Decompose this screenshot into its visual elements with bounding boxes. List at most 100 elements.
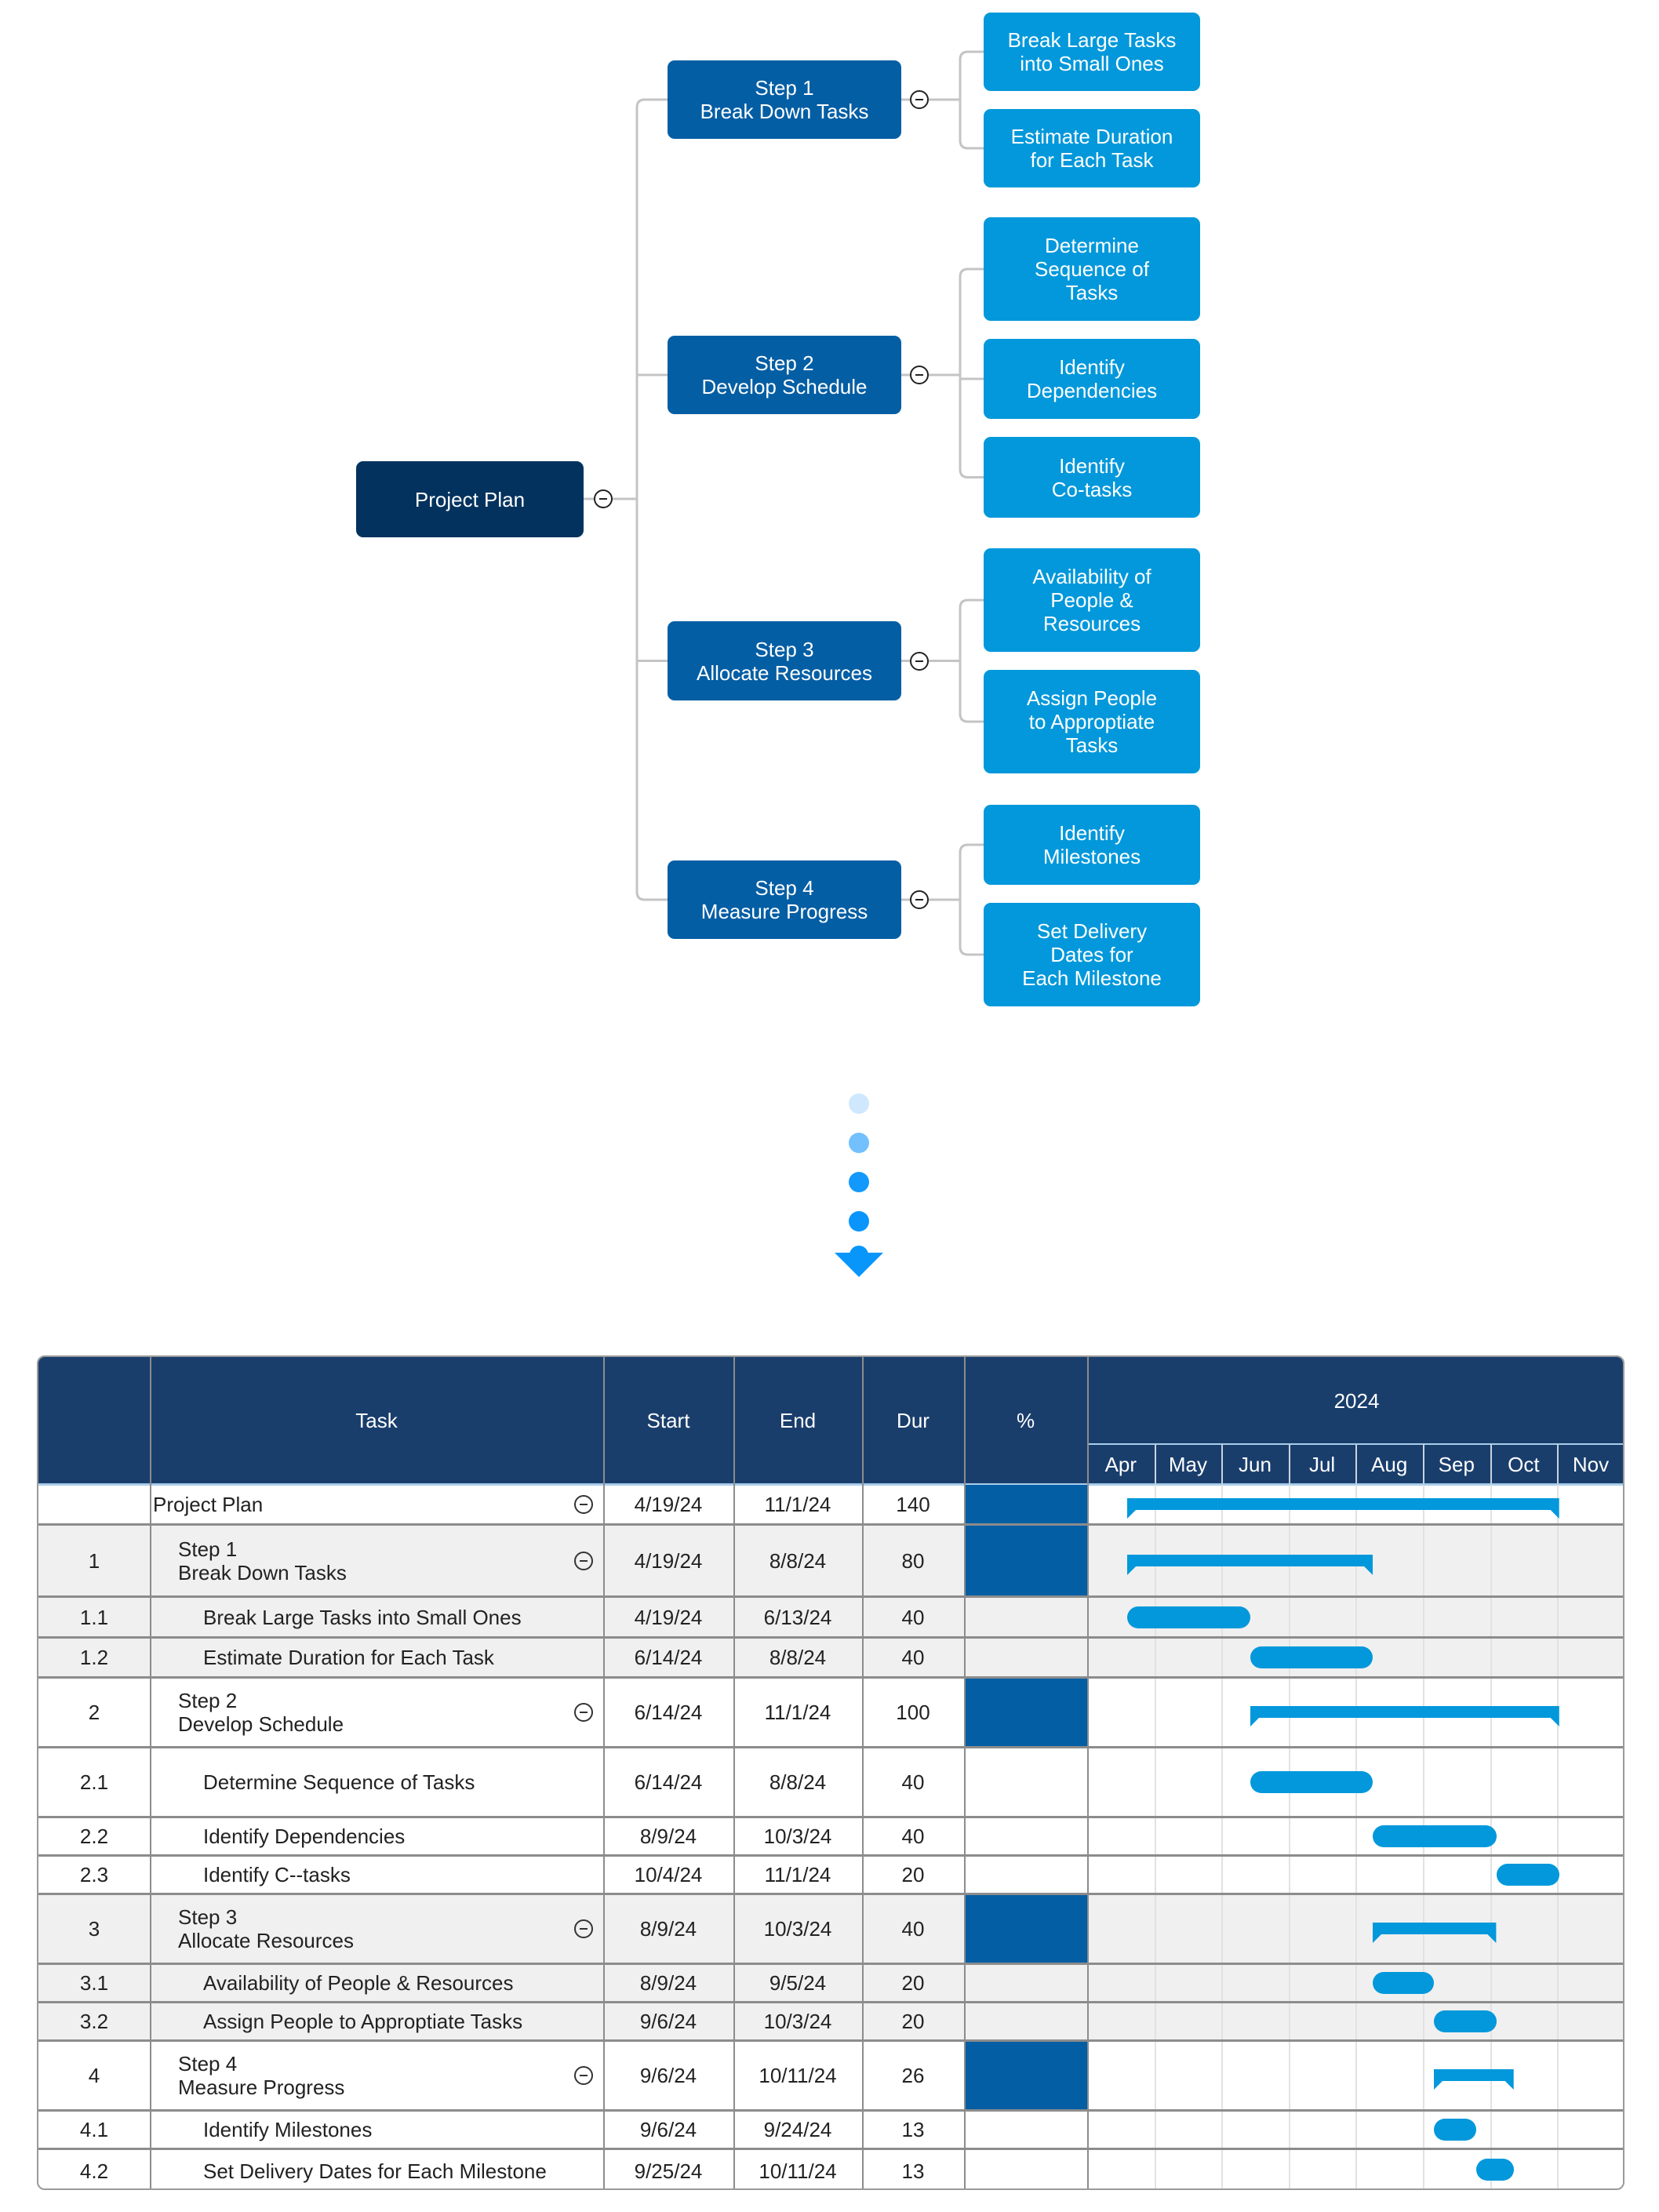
child-bracket-connector [959, 843, 984, 956]
mindmap-step-node-4[interactable]: Step 4 Measure Progress [668, 860, 901, 939]
month-gridline [1221, 1895, 1224, 1963]
task-bar[interactable] [1373, 1825, 1497, 1847]
header-end[interactable]: End [733, 1357, 862, 1485]
month-gridline [1423, 2042, 1424, 2109]
month-gridline [1355, 1818, 1358, 1854]
task-bar[interactable] [1434, 2119, 1477, 2141]
subtask-node-label: Availability of People & Resources [1032, 565, 1151, 635]
column-divider [603, 1598, 605, 1636]
mindmap-subtask-node-1-2[interactable]: Estimate Duration for Each Task [984, 109, 1200, 187]
cell-id-text: 2.2 [79, 1825, 109, 1848]
month-gridline [1423, 1748, 1424, 1816]
month-gridline [1154, 2042, 1156, 2109]
child-bracket-connector [959, 598, 984, 723]
gantt-row[interactable]: 4 Step 4 Measure Progress 9/6/24 10/11/24 26 [38, 2042, 1623, 2112]
header-start[interactable]: Start [603, 1357, 733, 1485]
task-bar[interactable] [1127, 1606, 1251, 1628]
gantt-row[interactable]: 2.2 Identify Dependencies 8/9/24 10/3/24 40 [38, 1818, 1623, 1857]
cell-id: 2 [38, 1679, 150, 1746]
gantt-row[interactable]: 3.1 Availability of People & Resources 8/9… [38, 1965, 1623, 2003]
month-gridline [1288, 2150, 1290, 2188]
cell-dur: 80 [862, 1526, 964, 1595]
cell-task-text: Estimate Duration for Each Task [203, 1646, 494, 1669]
summary-bar[interactable] [1373, 1923, 1497, 1943]
mindmap-step-node-1[interactable]: Step 1 Break Down Tasks [668, 60, 901, 139]
month-gridline [1557, 1598, 1559, 1636]
mindmap-root-node[interactable]: Project Plan [356, 461, 584, 537]
month-header-jul: Jul [1288, 1445, 1356, 1484]
column-divider [862, 1857, 864, 1893]
gantt-row[interactable]: 1.2 Estimate Duration for Each Task 6/14/2… [38, 1639, 1623, 1679]
gantt-row[interactable]: 4.1 Identify Milestones 9/6/24 9/24/24 13 [38, 2112, 1623, 2150]
header-id [38, 1357, 150, 1485]
summary-bar[interactable] [1250, 1706, 1560, 1726]
mindmap-subtask-node-4-1[interactable]: Identify Milestones [984, 805, 1200, 885]
column-divider [150, 1485, 151, 1523]
gantt-row[interactable]: 1.1 Break Large Tasks into Small Ones 4/19… [38, 1598, 1623, 1639]
month-gridline [1557, 2150, 1559, 2188]
gantt-row[interactable]: 2.1 Determine Sequence of Tasks 6/14/24 8/8… [38, 1748, 1623, 1818]
gantt-row[interactable]: 3.2 Assign People to Approptiate Tasks 9/6… [38, 2003, 1623, 2042]
column-divider [1087, 1598, 1089, 1636]
summary-bar[interactable] [1127, 1497, 1560, 1519]
cell-task: Set Delivery Dates for Each Milestone [150, 2150, 603, 2188]
task-bar[interactable] [1476, 2159, 1514, 2181]
mindmap-subtask-node-3-1[interactable]: Availability of People & Resources [984, 548, 1200, 652]
mindmap-subtask-node-2-1[interactable]: Determine Sequence of Tasks [984, 217, 1200, 321]
month-gridline [1154, 2150, 1156, 2188]
column-divider [733, 1857, 735, 1893]
gantt-row[interactable]: 2.3 Identify C--tasks 10/4/24 11/1/24 20 [38, 1857, 1623, 1895]
column-divider [1087, 1526, 1089, 1595]
task-bar[interactable] [1434, 2010, 1497, 2032]
month-gridline [1423, 1526, 1424, 1595]
mindmap-step-node-3[interactable]: Step 3 Allocate Resources [668, 621, 901, 700]
mindmap-subtask-node-2-2[interactable]: Identify Dependencies [984, 339, 1200, 419]
mindmap-subtask-node-4-2[interactable]: Set Delivery Dates for Each Milestone [984, 903, 1200, 1006]
root-collapse-icon[interactable] [594, 489, 613, 508]
mindmap-subtask-node-2-3[interactable]: Identify Co-tasks [984, 437, 1200, 518]
month-header-aug: Aug [1355, 1445, 1423, 1484]
cell-end-text: 10/11/24 [759, 2064, 837, 2087]
gantt-row[interactable]: 1 Step 1 Break Down Tasks 4/19/24 8/8/24 80 [38, 1526, 1623, 1598]
column-divider [603, 2003, 605, 2039]
gantt-row[interactable]: 3 Step 3 Allocate Resources 8/9/24 10/3/24 4… [38, 1895, 1623, 1965]
task-bar[interactable] [1496, 1864, 1560, 1886]
task-collapse-icon[interactable] [574, 1494, 593, 1514]
task-bar[interactable] [1373, 1972, 1435, 1994]
mindmap-subtask-node-3-2[interactable]: Assign People to Approptiate Tasks [984, 670, 1200, 773]
task-bar[interactable] [1250, 1646, 1373, 1668]
mindmap-subtask-node-1-1[interactable]: Break Large Tasks into Small Ones [984, 13, 1200, 91]
header-dur[interactable]: Dur [862, 1357, 964, 1485]
gantt-row[interactable]: Project Plan 4/19/24 11/1/24 140 [38, 1485, 1623, 1526]
summary-bar[interactable] [1434, 2069, 1514, 2090]
task-bar[interactable] [1250, 1771, 1373, 1793]
gantt-row[interactable]: 2 Step 2 Develop Schedule 6/14/24 11/1/24 10… [38, 1679, 1623, 1748]
cell-dur-text: 140 [896, 1492, 930, 1516]
summary-bar[interactable] [1127, 1554, 1373, 1575]
step-collapse-icon[interactable] [910, 366, 929, 384]
cell-dur: 26 [862, 2042, 964, 2109]
step-node-label: Step 1 Break Down Tasks [700, 76, 869, 123]
cell-id-text: 1.1 [79, 1605, 109, 1629]
header-task[interactable]: Task [150, 1357, 603, 1485]
mindmap-step-node-2[interactable]: Step 2 Develop Schedule [668, 336, 901, 414]
cell-id-text: 1 [88, 1548, 100, 1573]
header-pct[interactable]: % [964, 1357, 1087, 1485]
step-collapse-icon[interactable] [910, 890, 929, 909]
month-gridline [1557, 2003, 1559, 2039]
progress-cell-fill [966, 2042, 1087, 2109]
cell-end: 11/1/24 [733, 1485, 862, 1523]
column-divider [964, 1965, 966, 2001]
task-collapse-icon[interactable] [574, 1551, 593, 1570]
column-divider [964, 1895, 966, 1963]
step-collapse-icon[interactable] [910, 90, 929, 109]
cell-task-text: Step 1 Break Down Tasks [178, 1537, 347, 1584]
step-collapse-icon[interactable] [910, 651, 929, 671]
task-collapse-icon[interactable] [574, 2066, 593, 2085]
month-gridline [1423, 2150, 1424, 2188]
task-collapse-icon[interactable] [574, 1919, 593, 1938]
column-divider [733, 2003, 735, 2039]
gantt-row[interactable]: 4.2 Set Delivery Dates for Each Milestone… [38, 2150, 1623, 2188]
task-collapse-icon[interactable] [574, 1703, 593, 1722]
cell-end-text: 11/1/24 [764, 1492, 831, 1516]
